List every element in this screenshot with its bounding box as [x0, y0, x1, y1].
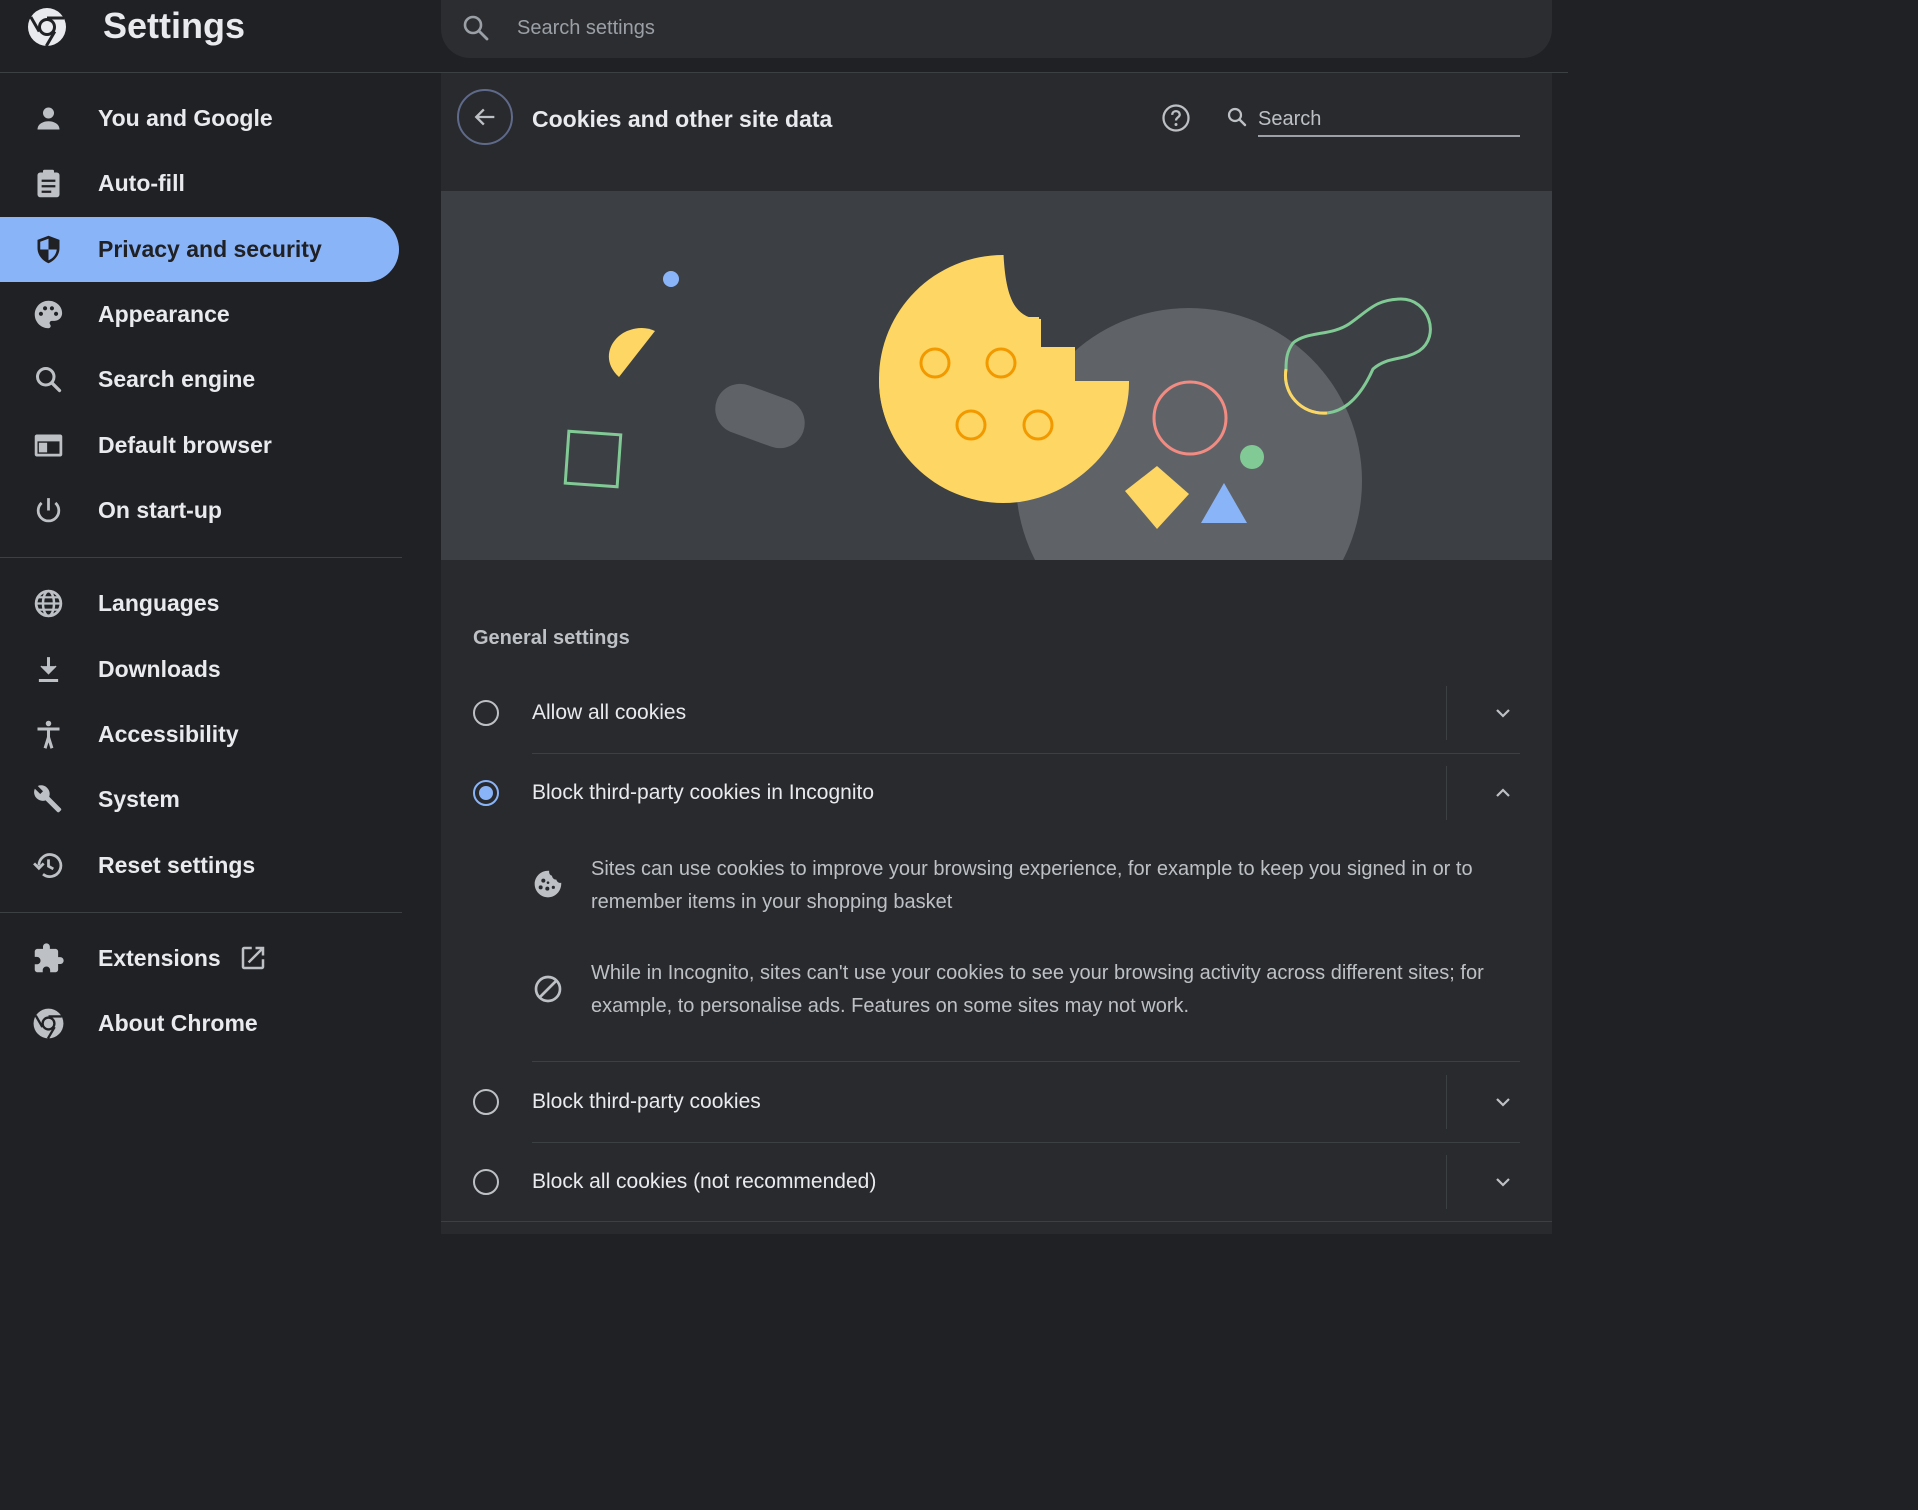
sidebar-item-label: Downloads	[98, 656, 221, 682]
sidebar-item-on-start-up[interactable]: On start-up	[0, 478, 399, 543]
sidebar-item-label: Extensions	[98, 945, 221, 971]
person-icon	[37, 107, 60, 130]
sidebar-item-default-browser[interactable]: Default browser	[0, 413, 399, 478]
option-block-all-cookies[interactable]: Block all cookies (not recommended)	[441, 1142, 1552, 1222]
option-separator	[1446, 1075, 1447, 1129]
option-label: Block third-party cookies in Incognito	[532, 781, 874, 804]
radio-button[interactable]	[473, 1169, 499, 1195]
sidebar-divider	[0, 557, 402, 558]
option-allow-all-cookies[interactable]: Allow all cookies	[441, 673, 1552, 753]
cookie-illustration-graphic	[563, 255, 1432, 560]
sidebar-divider	[0, 912, 402, 913]
sidebar-item-label: About Chrome	[98, 1010, 258, 1036]
search-input[interactable]	[1258, 103, 1520, 137]
sidebar-item-label: On start-up	[98, 497, 222, 523]
sidebar-item-downloads[interactable]: Downloads	[0, 637, 399, 702]
shield-icon	[37, 235, 60, 264]
cookies-settings-panel: Cookies and other site data Search Gener…	[441, 73, 1552, 1234]
chevron-up-icon[interactable]	[1491, 781, 1515, 805]
sidebar-item-label: You and Google	[98, 105, 273, 131]
sidebar: You and Google Auto-fill Privacy and sec…	[0, 73, 410, 1234]
cookies-illustration	[441, 191, 1552, 560]
sidebar-item-languages[interactable]: Languages	[0, 571, 399, 636]
sidebar-item-accessibility[interactable]: Accessibility	[0, 702, 399, 767]
clipboard-icon	[37, 169, 60, 198]
sidebar-item-label: Search engine	[98, 366, 256, 392]
option-label: Block all cookies (not recommended)	[532, 1170, 877, 1193]
open-in-new-icon	[241, 946, 265, 970]
cookie-search-field[interactable]	[1225, 103, 1521, 141]
detail-incognito-info: While in Incognito, sites can't use your…	[532, 957, 1522, 1023]
accessibility-icon	[37, 720, 60, 749]
sidebar-item-privacy-and-security[interactable]: Privacy and security	[0, 217, 399, 282]
search-icon	[463, 15, 489, 41]
chevron-down-icon[interactable]	[1491, 701, 1515, 725]
puzzle-icon	[34, 943, 64, 973]
cookie-icon	[534, 870, 562, 898]
sidebar-item-appearance[interactable]: Appearance	[0, 282, 399, 347]
sidebar-item-label: Languages	[98, 590, 220, 616]
wrench-icon	[34, 785, 62, 813]
back-button[interactable]	[457, 89, 513, 145]
radio-button[interactable]	[473, 700, 499, 726]
sidebar-item-about-chrome[interactable]: About Chrome	[0, 991, 399, 1056]
sidebar-item-extensions[interactable]: Extensions	[0, 926, 399, 991]
search-icon	[1227, 107, 1247, 127]
top-bar: Settings	[0, 0, 1568, 73]
sidebar-item-you-and-google[interactable]: You and Google	[0, 86, 399, 151]
section-title: General settings	[473, 627, 630, 649]
option-separator	[1446, 686, 1447, 740]
option-label: Allow all cookies	[532, 701, 687, 724]
detail-text: While in Incognito, sites can't use your…	[591, 962, 1484, 1017]
sidebar-item-system[interactable]: System	[0, 767, 399, 832]
chevron-down-icon[interactable]	[1491, 1170, 1515, 1194]
sidebar-item-label: Accessibility	[98, 721, 239, 747]
option-block-third-party-cookies[interactable]: Block third-party cookies	[441, 1062, 1552, 1142]
chrome-icon	[33, 1008, 64, 1040]
radio-button-checked[interactable]	[473, 780, 499, 806]
radio-button[interactable]	[473, 1089, 499, 1115]
power-icon	[36, 498, 61, 523]
sidebar-item-label: System	[98, 786, 180, 812]
panel-bottom-divider	[441, 1221, 1552, 1222]
sidebar-item-reset-settings[interactable]: Reset settings	[0, 833, 399, 898]
sidebar-item-label: Auto-fill	[98, 170, 185, 196]
detail-text: Sites can use cookies to improve your br…	[591, 858, 1473, 913]
history-icon	[33, 853, 63, 878]
arrow-back-icon	[474, 108, 495, 126]
block-icon	[534, 975, 562, 1003]
palette-icon	[34, 300, 63, 329]
sidebar-item-label: Default browser	[98, 432, 272, 458]
download-icon	[38, 657, 59, 683]
search-icon	[35, 366, 62, 393]
search-settings-input[interactable]	[515, 10, 1419, 46]
chevron-down-icon[interactable]	[1491, 1090, 1515, 1114]
sidebar-item-label: Privacy and security	[98, 236, 322, 262]
sidebar-item-autofill[interactable]: Auto-fill	[0, 151, 399, 216]
globe-icon	[34, 589, 63, 618]
sidebar-item-label: Reset settings	[98, 852, 256, 878]
settings-search-bar[interactable]	[441, 0, 1552, 58]
option-block-third-party-incognito[interactable]: Block third-party cookies in Incognito	[441, 753, 1552, 833]
option-label: Block third-party cookies	[532, 1090, 761, 1113]
page-title: Cookies and other site data	[532, 106, 833, 132]
sidebar-item-label: Appearance	[98, 301, 230, 327]
option-separator	[1446, 766, 1447, 820]
detail-cookies-info: Sites can use cookies to improve your br…	[532, 853, 1522, 919]
browser-icon	[34, 434, 63, 457]
option-separator	[1446, 1155, 1447, 1209]
sidebar-item-search-engine[interactable]: Search engine	[0, 347, 399, 412]
app-title: Settings	[103, 5, 246, 46]
chrome-logo-icon	[28, 8, 66, 47]
help-icon[interactable]	[1161, 103, 1191, 133]
